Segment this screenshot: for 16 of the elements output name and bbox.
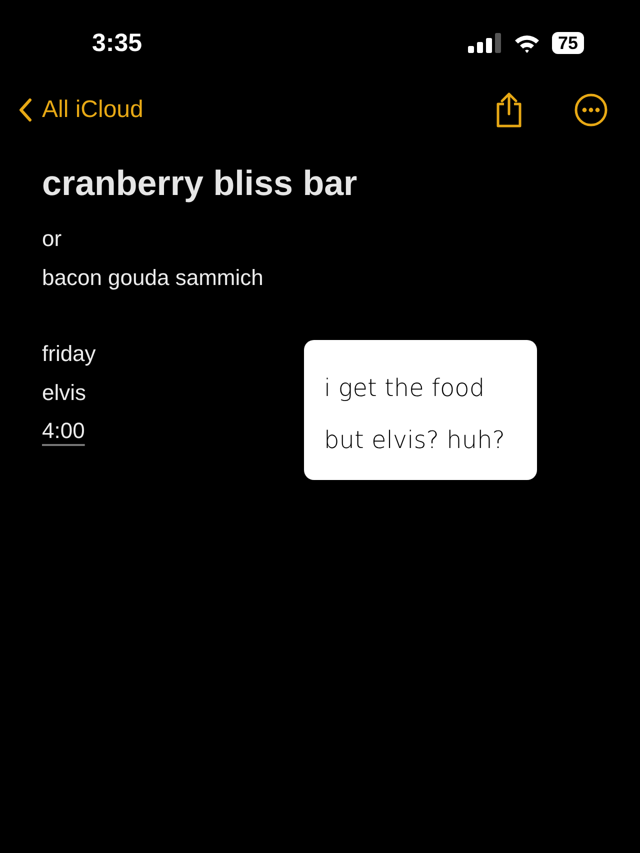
status-time: 3:35 (92, 28, 142, 58)
time-link[interactable]: 4:00 (42, 418, 85, 443)
sticker-text: but elvis? huh? (324, 425, 506, 456)
signal-icon (468, 33, 502, 53)
note-line: elvis (42, 380, 86, 404)
note-line: friday (42, 341, 96, 366)
more-icon[interactable] (574, 93, 608, 127)
note-line: bacon gouda sammich (42, 264, 264, 290)
note-title: cranberry bliss bar (42, 163, 358, 205)
note-line: or (42, 226, 62, 251)
battery-indicator: 75 (552, 32, 584, 54)
wifi-icon (514, 34, 540, 52)
share-icon[interactable] (494, 92, 524, 128)
back-button[interactable]: All iCloud (18, 96, 144, 124)
sticker-text: i get the food (324, 373, 486, 404)
chevron-icon (18, 98, 32, 122)
